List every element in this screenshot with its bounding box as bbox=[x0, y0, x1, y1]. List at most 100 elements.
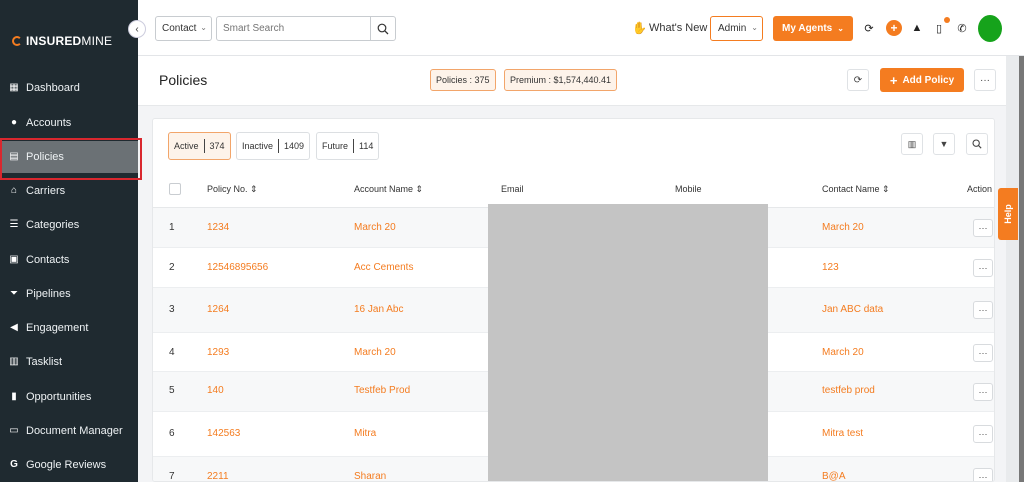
account-name-link[interactable]: Sharan bbox=[354, 471, 386, 481]
folder-icon: ▭ bbox=[9, 425, 19, 436]
sidebar-item-dashboard[interactable]: ▦ Dashboard bbox=[0, 72, 138, 104]
account-name-link[interactable]: March 20 bbox=[354, 222, 396, 233]
column-policy-no[interactable]: Policy No. ⇕ bbox=[207, 184, 258, 195]
search-input[interactable] bbox=[217, 17, 367, 40]
role-select[interactable]: Admin ⌄ bbox=[710, 16, 763, 41]
policies-card: Active 374 Inactive 1409 Future 114 ▥ ▼ … bbox=[152, 118, 995, 482]
ellipsis-icon: ··· bbox=[978, 305, 988, 315]
columns-icon: ▥ bbox=[907, 138, 917, 149]
premium-badge: Premium : $1,574,440.41 bbox=[504, 69, 618, 91]
sidebar-item-policies[interactable]: ▤ Policies bbox=[0, 138, 142, 180]
carriers-icon: ⌂ bbox=[10, 185, 18, 196]
columns-button[interactable]: ▥ bbox=[901, 133, 923, 155]
whats-new-link[interactable]: ✋ What's New bbox=[632, 21, 707, 35]
ellipsis-icon: ··· bbox=[978, 387, 988, 397]
table-search-button[interactable] bbox=[966, 133, 988, 155]
google-icon: G bbox=[10, 459, 18, 470]
bell-icon[interactable]: ▲ bbox=[909, 20, 925, 36]
policy-number-link[interactable]: 140 bbox=[207, 385, 224, 396]
contact-name-link[interactable]: testfeb prod bbox=[822, 385, 875, 396]
policy-number-link[interactable]: 1264 bbox=[207, 304, 229, 315]
policy-number-link[interactable]: 1293 bbox=[207, 347, 229, 358]
account-name-link[interactable]: Acc Cements bbox=[354, 262, 413, 273]
policy-number-link[interactable]: 2211 bbox=[207, 471, 229, 481]
policy-number-link[interactable]: 142563 bbox=[207, 428, 240, 439]
categories-icon: ☰ bbox=[9, 219, 19, 230]
column-contact-name[interactable]: Contact Name ⇕ bbox=[822, 184, 890, 195]
filter-active[interactable]: Active 374 bbox=[168, 132, 231, 160]
row-action-button[interactable]: ··· bbox=[973, 468, 993, 481]
sidebar-item-label: Categories bbox=[26, 219, 80, 231]
dashboard-icon: ▦ bbox=[9, 82, 19, 93]
row-action-button[interactable]: ··· bbox=[973, 344, 993, 362]
filter-count: 1409 bbox=[284, 141, 305, 151]
contact-name-link[interactable]: 123 bbox=[822, 262, 839, 273]
account-name-link[interactable]: Testfeb Prod bbox=[354, 385, 410, 396]
policy-number-link[interactable]: 12546895656 bbox=[207, 262, 268, 273]
logo[interactable]: INSUREDMINE bbox=[12, 34, 112, 48]
row-number: 6 bbox=[169, 428, 175, 439]
phone-icon[interactable]: ✆ bbox=[954, 20, 970, 36]
account-name-link[interactable]: March 20 bbox=[354, 347, 396, 358]
sidebar-item-categories[interactable]: ☰ Categories bbox=[0, 209, 138, 241]
help-tab[interactable]: Help bbox=[998, 188, 1018, 240]
sidebar-item-label: Contacts bbox=[26, 254, 70, 266]
account-name-link[interactable]: 16 Jan Abc bbox=[354, 304, 403, 315]
refresh-button[interactable]: ⟳ bbox=[847, 69, 869, 91]
policies-icon: ▤ bbox=[9, 151, 19, 162]
contact-name-link[interactable]: Jan ABC data bbox=[822, 304, 883, 315]
filter-label: Active bbox=[174, 141, 199, 151]
search-icon bbox=[377, 23, 389, 34]
sidebar-item-label: Opportunities bbox=[26, 391, 92, 403]
row-number: 1 bbox=[169, 222, 175, 233]
contact-name-link[interactable]: Mitra test bbox=[822, 428, 863, 439]
scrollbar[interactable] bbox=[1019, 56, 1024, 482]
filter-count: 114 bbox=[359, 141, 374, 151]
sidebar-item-google-reviews[interactable]: G Google Reviews bbox=[0, 449, 138, 481]
sidebar-item-label: Policies bbox=[26, 151, 64, 163]
sidebar-item-document-manager[interactable]: ▭ Document Manager bbox=[0, 415, 138, 447]
row-action-button[interactable]: ··· bbox=[973, 259, 993, 277]
row-action-button[interactable]: ··· bbox=[973, 301, 993, 319]
column-account-name[interactable]: Account Name ⇕ bbox=[354, 184, 423, 195]
refresh-icon[interactable]: ⟳ bbox=[861, 20, 877, 36]
row-number: 5 bbox=[169, 385, 175, 396]
row-action-button[interactable]: ··· bbox=[973, 383, 993, 401]
account-name-link[interactable]: Mitra bbox=[354, 428, 376, 439]
logo-text-bold: INSURED bbox=[26, 34, 82, 48]
my-agents-button[interactable]: My Agents ⌄ bbox=[773, 16, 853, 41]
table-header: Policy No. ⇕ Account Name ⇕ Email Mobile… bbox=[153, 172, 994, 208]
contact-name-link[interactable]: March 20 bbox=[822, 222, 864, 233]
search-type-select[interactable]: Contact ⌄ bbox=[155, 16, 212, 41]
chevron-left-icon: ‹ bbox=[135, 23, 139, 35]
sidebar-item-label: Tasklist bbox=[26, 356, 63, 368]
avatar[interactable] bbox=[978, 15, 1002, 42]
row-number: 3 bbox=[169, 304, 175, 315]
sidebar-item-carriers[interactable]: ⌂ Carriers bbox=[0, 175, 138, 207]
sidebar-item-accounts[interactable]: ● Accounts bbox=[0, 107, 138, 139]
filter-button[interactable]: ▼ bbox=[933, 133, 955, 155]
sidebar-item-opportunities[interactable]: ▮ Opportunities bbox=[0, 381, 138, 413]
sidebar-item-tasklist[interactable]: ▥ Tasklist bbox=[0, 346, 138, 378]
contacts-icon: ▣ bbox=[9, 254, 19, 265]
my-agents-label: My Agents bbox=[782, 23, 833, 34]
policy-number-link[interactable]: 1234 bbox=[207, 222, 229, 233]
row-number: 7 bbox=[169, 471, 175, 482]
sidebar-collapse-button[interactable]: ‹ bbox=[128, 20, 146, 38]
sidebar-item-engagement[interactable]: ◀ Engagement bbox=[0, 312, 138, 344]
sidebar-item-label: Carriers bbox=[26, 185, 66, 197]
quick-add-button[interactable]: + bbox=[886, 20, 902, 36]
filter-future[interactable]: Future 114 bbox=[316, 132, 380, 160]
filter-inactive[interactable]: Inactive 1409 bbox=[236, 132, 311, 160]
add-policy-button[interactable]: + Add Policy bbox=[880, 68, 964, 92]
row-action-button[interactable]: ··· bbox=[973, 425, 993, 443]
ellipsis-icon: ··· bbox=[978, 263, 988, 273]
contact-name-link[interactable]: March 20 bbox=[822, 347, 864, 358]
sidebar-item-contacts[interactable]: ▣ Contacts bbox=[0, 244, 138, 276]
sidebar-item-pipelines[interactable]: ⏷ Pipelines bbox=[0, 278, 138, 310]
row-action-button[interactable]: ··· bbox=[973, 219, 993, 237]
search-button[interactable] bbox=[370, 17, 395, 40]
contact-name-link[interactable]: B@A bbox=[822, 471, 846, 481]
select-all-checkbox[interactable] bbox=[169, 183, 181, 195]
more-options-button[interactable]: ··· bbox=[974, 69, 996, 91]
